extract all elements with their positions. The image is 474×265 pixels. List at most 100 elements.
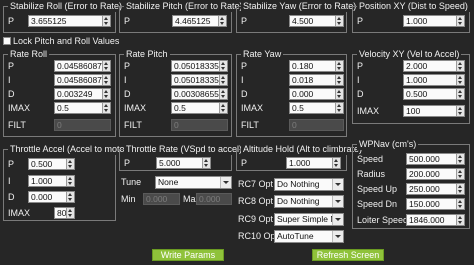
chevron-down-icon[interactable] xyxy=(332,179,343,190)
rate-yaw-p-input[interactable]: 0.180 xyxy=(289,60,344,72)
spinner-arrows-icon[interactable] xyxy=(335,16,343,26)
spinner-arrows-icon[interactable] xyxy=(456,154,464,164)
input-value: 4.465125 xyxy=(175,16,211,26)
stabilize-roll-p-input[interactable]: 3.655125 xyxy=(28,15,111,27)
lock-pitch-roll-label: Lock Pitch and Roll Values xyxy=(13,36,120,46)
altitude-hold-p-input[interactable]: 1.000 xyxy=(286,157,341,169)
position-xy-p-input[interactable]: 1.000 xyxy=(403,15,465,27)
i-label: I xyxy=(241,75,244,85)
spinner-arrows-icon[interactable] xyxy=(335,103,343,113)
tune-min-input: 0.000 xyxy=(143,193,180,205)
velocity-xy-imax-input[interactable]: 100 xyxy=(403,105,465,117)
filt-label: FILT xyxy=(241,120,259,130)
rate-roll-group: Rate Roll P 0.04586087 I 0.04586087 D 0.… xyxy=(3,49,116,137)
spinner-arrows-icon[interactable] xyxy=(66,192,74,202)
rate-yaw-imax-input[interactable]: 0.5 xyxy=(289,102,344,114)
spinner-arrows-icon[interactable] xyxy=(102,89,110,99)
altitude-hold-group: Altitude Hold (Alt to climbrate) P 1.000 xyxy=(236,144,365,171)
spinner-arrows-icon[interactable] xyxy=(66,159,74,169)
rc8-opt-select[interactable]: Do Nothing xyxy=(274,195,344,208)
spinner-arrows-icon[interactable] xyxy=(218,16,226,26)
rate-yaw-d-input[interactable]: 0.000 xyxy=(289,88,344,100)
rate-roll-d-input[interactable]: 0.003249 xyxy=(54,88,111,100)
input-value: 5.000 xyxy=(159,158,181,168)
spinner-arrows-icon[interactable] xyxy=(219,103,227,113)
spinner-arrows-icon[interactable] xyxy=(456,184,464,194)
spinner-arrows-icon[interactable] xyxy=(456,199,464,209)
group-title: Stabilize Yaw (Error to Rate) xyxy=(241,1,359,12)
spinner-arrows-icon[interactable] xyxy=(102,16,110,26)
spinner-arrows-icon[interactable] xyxy=(332,158,340,168)
p-label: P xyxy=(241,61,248,71)
spinner-arrows-icon[interactable] xyxy=(456,169,464,179)
spinner-arrows-icon[interactable] xyxy=(456,75,464,85)
spinner-arrows-icon[interactable] xyxy=(66,208,74,218)
wpnav-radius-input[interactable]: 200.000 xyxy=(406,168,465,180)
chevron-down-icon[interactable] xyxy=(332,196,343,207)
d-label: D xyxy=(8,89,15,99)
spinner-arrows-icon[interactable] xyxy=(456,215,464,225)
input-value: 500.000 xyxy=(409,154,440,164)
throttle-accel-p-input[interactable]: 0.500 xyxy=(28,158,75,170)
rc9-opt-select[interactable]: Super Simple Mode xyxy=(274,213,344,226)
spinner-arrows-icon[interactable] xyxy=(202,158,210,168)
rc7-opt-label: RC7 Opt xyxy=(238,179,274,189)
rate-pitch-i-input[interactable]: 0.05018335 xyxy=(171,74,228,86)
spinner-arrows-icon[interactable] xyxy=(219,61,227,71)
spinner-arrows-icon[interactable] xyxy=(456,89,464,99)
rate-yaw-i-input[interactable]: 0.018 xyxy=(289,74,344,86)
input-value: 1.000 xyxy=(289,158,311,168)
wpnav-speed-input[interactable]: 500.000 xyxy=(406,153,465,165)
input-value: 0.000 xyxy=(146,194,168,204)
spinner-arrows-icon[interactable] xyxy=(456,16,464,26)
velocity-xy-d-input[interactable]: 0.500 xyxy=(403,88,465,100)
rate-roll-imax-input[interactable]: 0.5 xyxy=(54,102,111,114)
spinner-arrows-icon[interactable] xyxy=(335,75,343,85)
rc7-opt-select[interactable]: Do Nothing xyxy=(274,178,344,191)
throttle-accel-d-input[interactable]: 0.000 xyxy=(28,191,75,203)
chevron-down-icon[interactable] xyxy=(332,231,343,242)
rate-roll-filt-input: 0 xyxy=(54,119,111,131)
rate-pitch-d-input[interactable]: 0.00308655 xyxy=(171,88,228,100)
wpnav-speed-up-input[interactable]: 250.000 xyxy=(406,183,465,195)
spinner-arrows-icon[interactable] xyxy=(456,61,464,71)
position-xy-group: Position XY (Dist to Speed) P 1.000 xyxy=(352,1,470,33)
wpnav-speed-dn-input[interactable]: 150.000 xyxy=(406,198,465,210)
stabilize-pitch-p-input[interactable]: 4.465125 xyxy=(172,15,227,27)
chevron-down-icon[interactable] xyxy=(332,214,343,225)
input-value: 0.018 xyxy=(292,75,314,85)
throttle-rate-p-input[interactable]: 5.000 xyxy=(156,157,211,169)
tune-max-input: 0.000 xyxy=(196,193,232,205)
spinner-arrows-icon[interactable] xyxy=(102,61,110,71)
refresh-screen-button[interactable]: Refresh Screen xyxy=(312,249,384,261)
rate-pitch-p-input[interactable]: 0.05018335 xyxy=(171,60,228,72)
filt-label: FILT xyxy=(8,120,26,130)
rate-pitch-imax-input[interactable]: 0.5 xyxy=(171,102,228,114)
spinner-arrows-icon[interactable] xyxy=(456,106,464,116)
p-label: P xyxy=(241,16,248,26)
rc10-opt-select[interactable]: AutoTune xyxy=(274,230,344,243)
spinner-arrows-icon[interactable] xyxy=(335,89,343,99)
chevron-down-icon[interactable] xyxy=(220,177,231,188)
stabilize-yaw-p-input[interactable]: 4.500 xyxy=(289,15,344,27)
spinner-arrows-icon[interactable] xyxy=(102,103,110,113)
spinner-arrows-icon[interactable] xyxy=(335,61,343,71)
throttle-accel-i-input[interactable]: 1.000 xyxy=(28,175,75,187)
velocity-xy-i-input[interactable]: 1.000 xyxy=(403,74,465,86)
rate-roll-p-input[interactable]: 0.04586087 xyxy=(54,60,111,72)
wpnav-loiter-speed-input[interactable]: 1846.000 xyxy=(406,214,465,226)
spinner-arrows-icon[interactable] xyxy=(219,89,227,99)
p-label: P xyxy=(8,159,15,169)
tune-select[interactable]: None xyxy=(155,176,232,189)
input-value: 0.5 xyxy=(292,103,304,113)
throttle-accel-imax-input[interactable]: 80 xyxy=(54,207,75,219)
spinner-arrows-icon[interactable] xyxy=(102,75,110,85)
rate-roll-i-input[interactable]: 0.04586087 xyxy=(54,74,111,86)
lock-pitch-roll-checkbox[interactable] xyxy=(3,37,11,45)
spinner-arrows-icon[interactable] xyxy=(219,75,227,85)
velocity-xy-p-input[interactable]: 2.000 xyxy=(403,60,465,72)
input-value: 4.500 xyxy=(292,16,314,26)
write-params-button[interactable]: Write Params xyxy=(152,249,224,261)
spinner-arrows-icon[interactable] xyxy=(66,176,74,186)
filt-label: FILT xyxy=(124,120,142,130)
